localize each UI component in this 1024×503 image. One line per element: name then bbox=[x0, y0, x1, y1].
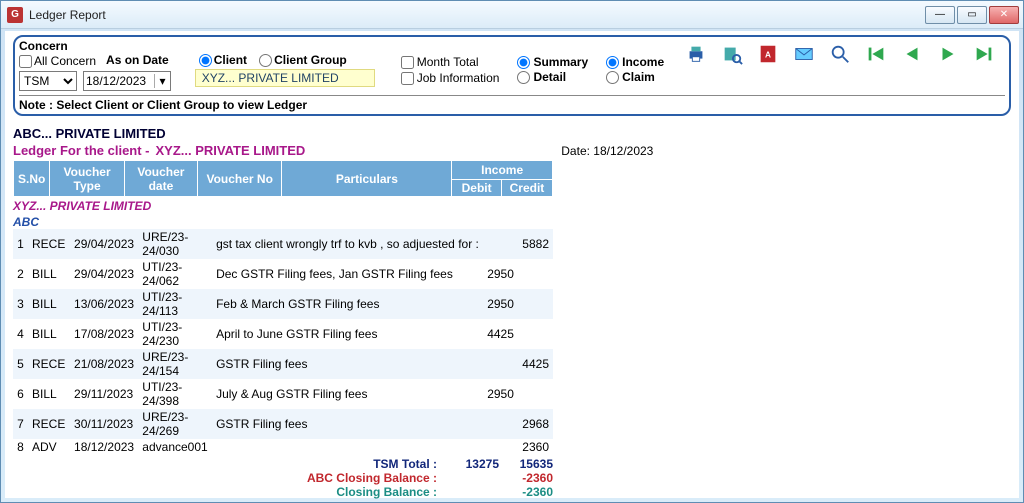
client-group-radio[interactable]: Client Group bbox=[259, 53, 347, 67]
detail-radio[interactable]: Detail bbox=[517, 70, 588, 84]
all-concern-input[interactable] bbox=[19, 55, 32, 68]
preview-icon[interactable] bbox=[721, 43, 743, 65]
email-icon[interactable] bbox=[793, 43, 815, 65]
col-voucher-no: Voucher No bbox=[197, 161, 281, 197]
totals-block: TSM Total : 13275 15635 ABC Closing Bala… bbox=[13, 457, 553, 499]
print-icon[interactable] bbox=[685, 43, 707, 65]
filter-panel: Concern All Concern As on Date TSM bbox=[13, 35, 1011, 116]
col-income: Income bbox=[452, 161, 553, 180]
table-row[interactable]: 6BILL29/11/2023UTI/23-24/398July & Aug G… bbox=[13, 379, 553, 409]
col-sno: S.No bbox=[14, 161, 50, 197]
closing-label: Closing Balance : bbox=[13, 485, 445, 499]
table-row[interactable]: 2BILL29/04/2023UTI/23-24/062Dec GSTR Fil… bbox=[13, 259, 553, 289]
abc-closing-label: ABC Closing Balance : bbox=[13, 471, 445, 485]
app-icon: G bbox=[7, 7, 23, 23]
prev-icon[interactable] bbox=[901, 43, 923, 65]
ledger-header-table: S.No Voucher Type Voucher date Voucher N… bbox=[13, 160, 553, 197]
client-area: Concern All Concern As on Date TSM bbox=[5, 31, 1019, 498]
date-input[interactable]: ▾ bbox=[83, 71, 171, 91]
summary-radio[interactable]: Summary bbox=[517, 55, 588, 69]
minimize-button[interactable]: — bbox=[925, 6, 955, 24]
toolbar-icons: A bbox=[685, 43, 995, 65]
date-field[interactable] bbox=[84, 74, 154, 88]
col-voucher-date: Voucher date bbox=[124, 161, 197, 197]
month-total-checkbox[interactable]: Month Total bbox=[401, 55, 500, 69]
group-client: XYZ... PRIVATE LIMITED bbox=[13, 197, 1011, 215]
report-date: Date: 18/12/2023 bbox=[561, 144, 653, 158]
col-debit: Debit bbox=[452, 180, 502, 197]
ledger-for-label: Ledger For the client - bbox=[13, 143, 150, 158]
col-credit: Credit bbox=[501, 180, 552, 197]
col-voucher-type: Voucher Type bbox=[50, 161, 125, 197]
table-row[interactable]: 7RECE30/11/2023URE/23-24/269GSTR Filing … bbox=[13, 409, 553, 439]
client-name-field[interactable]: XYZ... PRIVATE LIMITED bbox=[195, 69, 375, 87]
claim-radio[interactable]: Claim bbox=[606, 70, 664, 84]
table-row[interactable]: 8ADV18/12/2023advance0012360 bbox=[13, 439, 553, 455]
date-dropdown-icon[interactable]: ▾ bbox=[154, 74, 170, 88]
close-button[interactable]: ✕ bbox=[989, 6, 1019, 24]
all-concern-checkbox[interactable]: All Concern bbox=[19, 54, 96, 68]
abc-closing-value: -2360 bbox=[499, 471, 553, 485]
closing-value: -2360 bbox=[499, 485, 553, 499]
titlebar: G Ledger Report — ▭ ✕ bbox=[1, 1, 1023, 29]
filter-note: Note : Select Client or Client Group to … bbox=[19, 95, 1005, 112]
table-row[interactable]: 4BILL17/08/2023UTI/23-24/230April to Jun… bbox=[13, 319, 553, 349]
tsm-total-label: TSM Total : bbox=[13, 457, 445, 471]
job-information-checkbox[interactable]: Job Information bbox=[401, 71, 500, 85]
group-abc: ABC bbox=[13, 215, 1011, 229]
table-row[interactable]: 3BILL13/06/2023UTI/23-24/113Feb & March … bbox=[13, 289, 553, 319]
pdf-icon[interactable]: A bbox=[757, 43, 779, 65]
svg-text:A: A bbox=[765, 51, 771, 60]
ledger-client-name: XYZ... PRIVATE LIMITED bbox=[156, 143, 306, 158]
tsm-total-debit: 13275 bbox=[445, 457, 499, 471]
last-icon[interactable] bbox=[973, 43, 995, 65]
client-radio[interactable]: Client bbox=[199, 53, 247, 67]
concern-label: Concern bbox=[19, 39, 173, 53]
table-row[interactable]: 5RECE21/08/2023URE/23-24/154GSTR Filing … bbox=[13, 349, 553, 379]
client-heading: ABC... PRIVATE LIMITED bbox=[13, 126, 1011, 141]
zoom-icon[interactable] bbox=[829, 43, 851, 65]
window-controls: — ▭ ✕ bbox=[925, 6, 1019, 24]
income-radio[interactable]: Income bbox=[606, 55, 664, 69]
as-on-date-label: As on Date bbox=[106, 53, 169, 67]
concern-select[interactable]: TSM bbox=[19, 71, 77, 91]
next-icon[interactable] bbox=[937, 43, 959, 65]
table-row[interactable]: 1RECE29/04/2023URE/23-24/030gst tax clie… bbox=[13, 229, 553, 259]
window-title: Ledger Report bbox=[29, 8, 106, 22]
first-icon[interactable] bbox=[865, 43, 887, 65]
ledger-rows-table: 1RECE29/04/2023URE/23-24/030gst tax clie… bbox=[13, 229, 553, 455]
maximize-button[interactable]: ▭ bbox=[957, 6, 987, 24]
col-particulars: Particulars bbox=[282, 161, 452, 197]
ledger-report-window: G Ledger Report — ▭ ✕ Concern All Concer… bbox=[0, 0, 1024, 503]
tsm-total-credit: 15635 bbox=[499, 457, 553, 471]
